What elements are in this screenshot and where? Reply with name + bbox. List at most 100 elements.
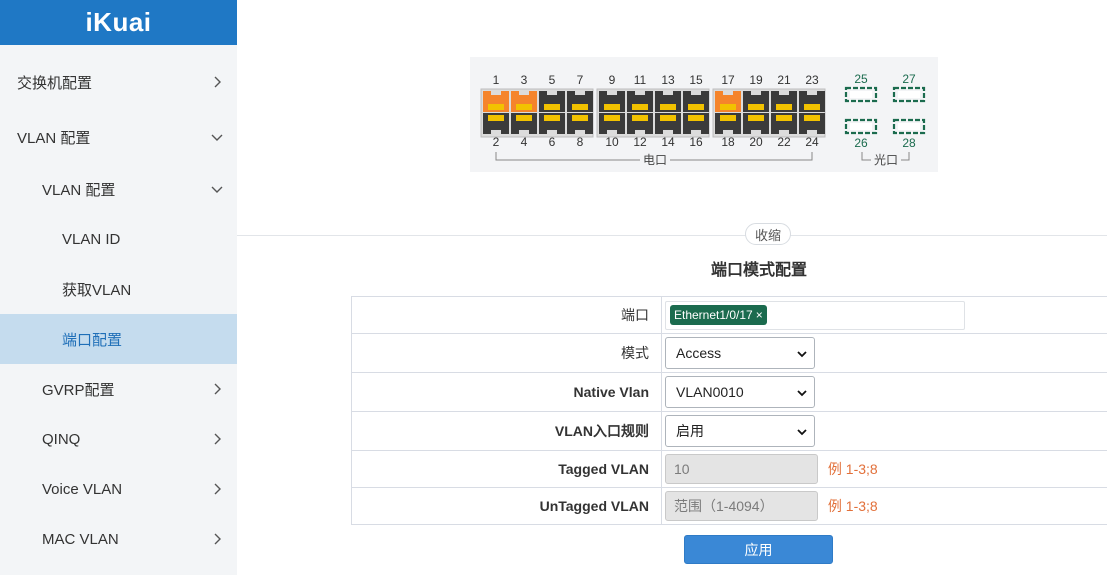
port-notch xyxy=(519,91,529,95)
sidebar-item-vlan-config-sub[interactable]: VLAN 配置 xyxy=(0,164,237,214)
sidebar-item-label: 端口配置 xyxy=(62,331,123,349)
tagged-vlan-input: 10 xyxy=(665,454,818,484)
ethernet-port-21 xyxy=(771,91,797,112)
port-pins xyxy=(776,115,792,121)
ethernet-port-12 xyxy=(627,113,653,134)
ethernet-port-13 xyxy=(655,91,681,112)
sfp-port-inner xyxy=(850,123,872,130)
port-pins xyxy=(516,115,532,121)
ingress-rule-select[interactable]: 启用 xyxy=(665,415,815,447)
mode-field-cell: Access xyxy=(661,333,1107,373)
ethernet-port-19 xyxy=(743,91,769,112)
ethernet-port-24 xyxy=(799,113,825,134)
close-icon[interactable]: × xyxy=(756,308,763,322)
port-pins xyxy=(720,115,736,121)
native-vlan-select-value: VLAN0010 xyxy=(676,384,744,400)
port-number-bottom: 20 xyxy=(749,135,763,149)
app-root: iKuai 交换机配置 VLAN 配置 VLAN 配置 VLAN ID 获取VL… xyxy=(0,0,1107,575)
port-notch xyxy=(491,91,501,95)
ethernet-port-22 xyxy=(771,113,797,134)
sfp-port-inner xyxy=(898,91,920,98)
ethernet-port-10 xyxy=(599,113,625,134)
port-notch xyxy=(751,130,761,134)
sidebar-item-gvrp[interactable]: GVRP配置 xyxy=(0,364,237,414)
form-row-mode: 模式 Access xyxy=(351,333,1107,373)
main-content: 1 3 5 7 9 11 13 15 17 19 21 23 2 4 6 8 10 12 14 16 18 20 22 24 2… xyxy=(237,0,1107,575)
chevron-right-icon xyxy=(214,533,221,545)
port-notch xyxy=(779,130,789,134)
apply-button[interactable]: 应用 xyxy=(684,535,833,564)
sidebar-item-label: MAC VLAN xyxy=(42,530,119,548)
port-pins xyxy=(632,115,648,121)
sfp-port-inner xyxy=(850,91,872,98)
switch-panel: 1 3 5 7 9 11 13 15 17 19 21 23 2 4 6 8 10 12 14 16 18 20 22 24 2… xyxy=(470,57,938,172)
ethernet-port-11 xyxy=(627,91,653,112)
sidebar-item-label: VLAN 配置 xyxy=(17,129,91,147)
port-notch xyxy=(575,130,585,134)
port-notch xyxy=(607,130,617,134)
port-notch xyxy=(779,91,789,95)
mode-label: 模式 xyxy=(351,333,662,373)
port-pins xyxy=(604,104,620,110)
sidebar-menu: 交换机配置 VLAN 配置 VLAN 配置 VLAN ID 获取VLAN 端口配… xyxy=(0,57,237,564)
ingress-rule-label: VLAN入口规则 xyxy=(351,411,662,451)
port-field-cell: Ethernet1/0/17 × xyxy=(661,296,1107,334)
sidebar-item-vlan-config[interactable]: VLAN 配置 xyxy=(0,112,237,162)
electrical-label: 电口 xyxy=(643,153,667,167)
form-row-untagged-vlan: UnTagged VLAN 范围（1-4094） 例 1-3;8 xyxy=(351,487,1107,525)
port-pins xyxy=(604,115,620,121)
port-pins xyxy=(688,115,704,121)
sidebar-item-vlan-id[interactable]: VLAN ID xyxy=(0,214,237,264)
port-tag-input[interactable]: Ethernet1/0/17 × xyxy=(665,300,965,330)
sidebar-item-mac-vlan[interactable]: MAC VLAN xyxy=(0,514,237,564)
sidebar-item-switch-config[interactable]: 交换机配置 xyxy=(0,57,237,107)
sidebar-item-label: VLAN 配置 xyxy=(42,181,116,199)
port-pins xyxy=(544,104,560,110)
mode-select[interactable]: Access xyxy=(665,337,815,369)
port-pins xyxy=(720,104,736,110)
ethernet-port-5 xyxy=(539,91,565,112)
port-notch xyxy=(663,91,673,95)
chevron-down-icon xyxy=(797,351,807,358)
port-notch xyxy=(807,130,817,134)
port-notch xyxy=(723,91,733,95)
port-number-top: 23 xyxy=(805,73,819,87)
sidebar-item-label: GVRP配置 xyxy=(42,381,115,399)
port-notch xyxy=(491,130,501,134)
port-number-bottom: 2 xyxy=(493,135,500,149)
tagged-vlan-field-cell: 10 例 1-3;8 xyxy=(661,450,1107,488)
port-number-top: 7 xyxy=(577,73,584,87)
ethernet-port-3 xyxy=(511,91,537,112)
port-notch xyxy=(547,91,557,95)
port-pins xyxy=(516,104,532,110)
port-pins xyxy=(804,104,820,110)
port-number-bottom: 6 xyxy=(549,135,556,149)
sidebar-item-qinq[interactable]: QINQ xyxy=(0,414,237,464)
sidebar-item-get-vlan[interactable]: 获取VLAN xyxy=(0,264,237,314)
sidebar-item-label: 交换机配置 xyxy=(17,74,93,92)
switch-port-diagram: 1 3 5 7 9 11 13 15 17 19 21 232 4 6 8 10 12 14 16 18 20 22 242… xyxy=(480,72,926,167)
sidebar-item-label: Voice VLAN xyxy=(42,480,123,498)
port-pins xyxy=(748,115,764,121)
collapse-button[interactable]: 收缩 xyxy=(745,223,791,245)
native-vlan-select[interactable]: VLAN0010 xyxy=(665,376,815,408)
port-notch xyxy=(807,91,817,95)
sidebar-item-port-config[interactable]: 端口配置 xyxy=(0,314,237,364)
untagged-vlan-input: 范围（1-4094） xyxy=(665,491,818,521)
sidebar: iKuai 交换机配置 VLAN 配置 VLAN 配置 VLAN ID 获取VL… xyxy=(0,0,237,575)
ethernet-port-7 xyxy=(567,91,593,112)
untagged-vlan-label: UnTagged VLAN xyxy=(351,487,662,525)
ethernet-port-14 xyxy=(655,113,681,134)
port-pins xyxy=(572,104,588,110)
sfp-number-bottom: 26 xyxy=(854,136,868,150)
port-number-bottom: 18 xyxy=(721,135,735,149)
port-notch xyxy=(519,130,529,134)
chevron-right-icon xyxy=(214,76,221,88)
sidebar-item-voice-vlan[interactable]: Voice VLAN xyxy=(0,464,237,514)
sfp-port-inner xyxy=(898,123,920,130)
port-pins xyxy=(632,104,648,110)
port-pins xyxy=(572,115,588,121)
port-pins xyxy=(688,104,704,110)
port-notch xyxy=(635,91,645,95)
port-pins xyxy=(660,104,676,110)
